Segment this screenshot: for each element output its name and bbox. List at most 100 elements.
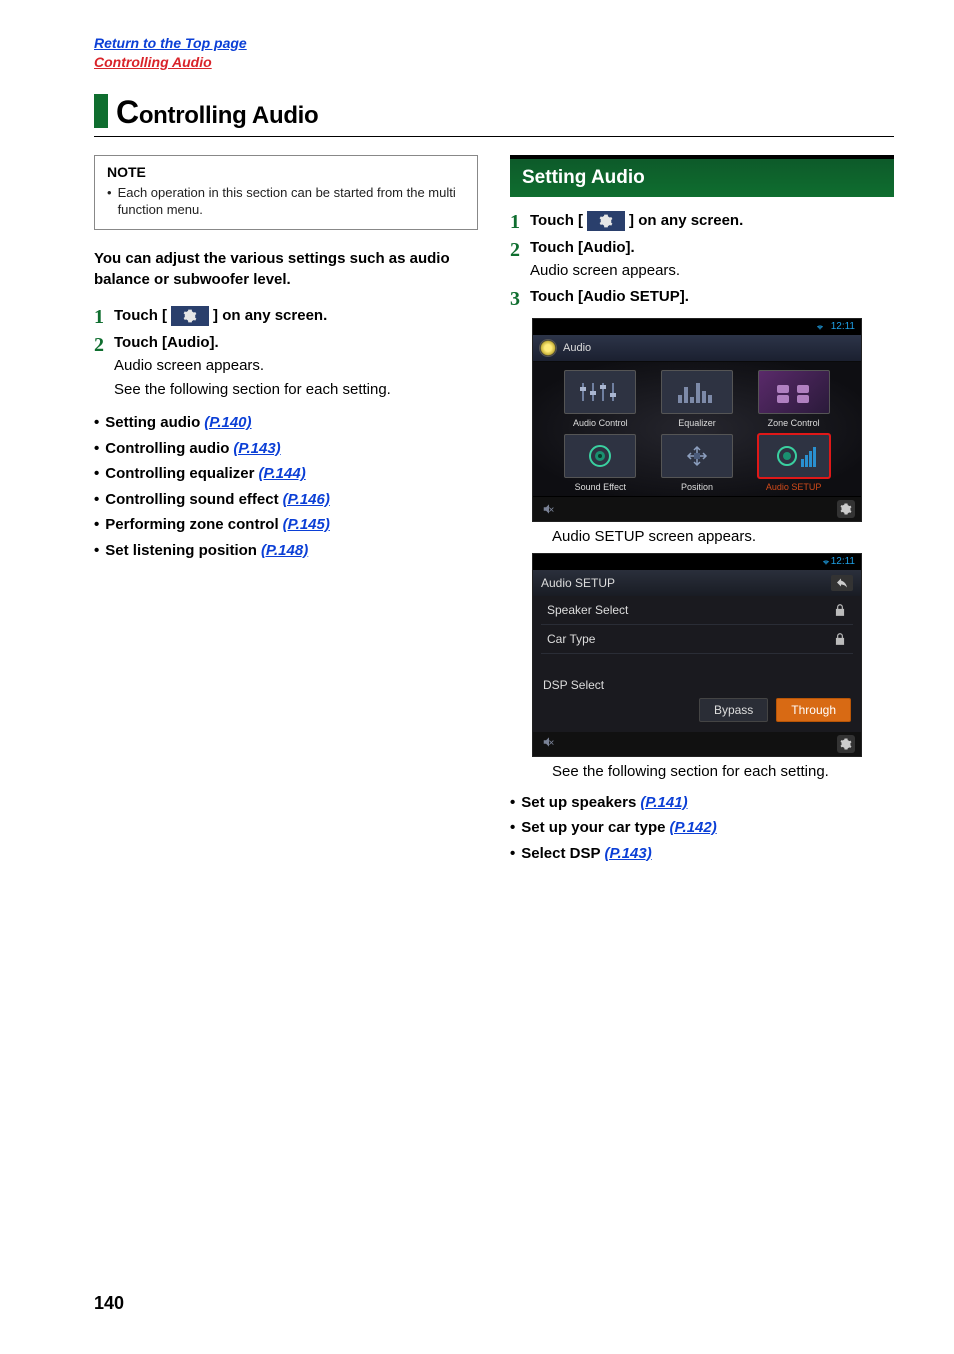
menu-label: Position: [652, 482, 743, 492]
through-button: Through: [776, 698, 851, 722]
screenshot-caption: Audio SETUP screen appears.: [552, 528, 894, 545]
page-ref-link[interactable]: (P.145): [283, 512, 330, 538]
menu-label: Sound Effect: [555, 482, 646, 492]
screen-title: Audio SETUP: [541, 576, 615, 590]
screenshot-caption: See the following section for each setti…: [552, 763, 894, 780]
audio-setup-screen-shot: 12:11 Audio SETUP Speaker Select Car Typ…: [532, 553, 862, 757]
menu-label: Audio Control: [555, 418, 646, 428]
right-column: Setting Audio 1 Touch [ ] on any screen.…: [510, 155, 894, 866]
note-box: NOTE • Each operation in this section ca…: [94, 155, 478, 230]
page-ref-link[interactable]: (P.143): [604, 841, 651, 867]
menu-item-zone-control: Zone Control: [748, 370, 839, 428]
list-item: •Set listening position(P.148): [94, 538, 478, 564]
settings-icon-button: [587, 211, 625, 231]
audio-setup-thumb: [758, 434, 830, 478]
step-instruction: Touch [Audio SETUP].: [530, 288, 894, 305]
heading-accent-bar: [94, 94, 108, 128]
page-ref-link[interactable]: (P.140): [204, 410, 251, 436]
back-button: [831, 575, 853, 591]
menu-label: Audio SETUP: [748, 482, 839, 492]
equalizer-thumb: [661, 370, 733, 414]
seats-icon: [767, 377, 821, 407]
note-item: • Each operation in this section can be …: [107, 184, 465, 219]
row-car-type: Car Type: [541, 625, 853, 654]
wifi-icon: [821, 558, 831, 566]
speaker-icon: [573, 441, 627, 471]
clock-label: 12:11: [831, 321, 855, 332]
section-link[interactable]: Controlling Audio: [94, 54, 212, 70]
return-icon: [835, 577, 849, 589]
settings-list: Speaker Select Car Type: [533, 596, 861, 660]
page-ref-link[interactable]: (P.143): [233, 436, 280, 462]
zone-control-thumb: [758, 370, 830, 414]
row-label: Car Type: [547, 632, 595, 646]
step-2: 2 Touch [Audio]. Audio screen appears. S…: [94, 334, 478, 401]
list-item: •Set up your car type(P.142): [510, 815, 894, 841]
status-bar: 12:11: [533, 554, 861, 570]
volume-off-icon: [539, 502, 559, 516]
page-ref-link[interactable]: (P.141): [640, 790, 687, 816]
settings-button: [837, 500, 855, 518]
step-2: 2 Touch [Audio]. Audio screen appears.: [510, 239, 894, 282]
top-page-link[interactable]: Return to the Top page: [94, 35, 247, 51]
speaker-bars-icon: [767, 441, 821, 471]
step-number: 2: [94, 334, 114, 356]
note-heading: NOTE: [107, 164, 465, 180]
step-number: 1: [510, 211, 530, 233]
gear-icon: [840, 738, 852, 750]
step-number: 2: [510, 239, 530, 261]
list-item: •Setting audio(P.140): [94, 410, 478, 436]
disc-icon: [539, 339, 557, 357]
bottom-bar: [533, 496, 861, 521]
menu-item-sound-effect: Sound Effect: [555, 434, 646, 492]
row-speaker-select: Speaker Select: [541, 596, 853, 625]
position-thumb: [661, 434, 733, 478]
volume-off-icon: [539, 735, 559, 753]
list-item: •Controlling equalizer(P.144): [94, 461, 478, 487]
step-instruction: Touch [Audio].: [530, 239, 894, 256]
step-number: 3: [510, 288, 530, 310]
step-instruction: Touch [Audio].: [114, 334, 478, 351]
lock-icon: [833, 632, 847, 646]
breadcrumb: Return to the Top page Controlling Audio: [94, 34, 894, 72]
reference-list-2: •Set up speakers(P.141) •Set up your car…: [510, 790, 894, 867]
step-sub: Audio screen appears.: [114, 355, 478, 377]
gear-icon: [599, 214, 613, 228]
menu-item-equalizer: Equalizer: [652, 370, 743, 428]
section-heading: Setting Audio: [510, 155, 894, 197]
menu-item-audio-control: Audio Control: [555, 370, 646, 428]
step-3: 3 Touch [Audio SETUP].: [510, 288, 894, 310]
step-sub: Audio screen appears.: [530, 260, 894, 282]
clock-label: 12:11: [831, 556, 855, 567]
fader-bars-icon: [573, 377, 627, 407]
step-1: 1 Touch [ ] on any screen.: [94, 306, 478, 328]
settings-icon-button: [171, 306, 209, 326]
row-label: Speaker Select: [547, 603, 628, 617]
list-item: •Controlling sound effect(P.146): [94, 487, 478, 513]
menu-label: Equalizer: [652, 418, 743, 428]
bypass-button: Bypass: [699, 698, 768, 722]
lock-icon: [833, 603, 847, 617]
chapter-heading: Controlling Audio: [94, 94, 894, 137]
page-ref-link[interactable]: (P.148): [261, 538, 308, 564]
dsp-select-group: DSP Select Bypass Through: [533, 660, 861, 732]
page-ref-link[interactable]: (P.146): [283, 487, 330, 513]
page-ref-link[interactable]: (P.142): [669, 815, 716, 841]
step-instruction: Touch [ ] on any screen.: [114, 306, 478, 326]
step-sub: See the following section for each setti…: [114, 379, 478, 401]
list-item: •Performing zone control(P.145): [94, 512, 478, 538]
page-number: 140: [94, 1293, 124, 1314]
page-ref-link[interactable]: (P.144): [258, 461, 305, 487]
menu-item-audio-setup: Audio SETUP: [748, 434, 839, 492]
list-item: •Set up speakers(P.141): [510, 790, 894, 816]
sound-effect-thumb: [564, 434, 636, 478]
settings-button: [837, 735, 855, 753]
audio-control-thumb: [564, 370, 636, 414]
gear-icon: [183, 309, 197, 323]
bottom-bar: [533, 732, 861, 756]
intro-text: You can adjust the various settings such…: [94, 248, 478, 290]
dsp-label: DSP Select: [543, 678, 851, 692]
reference-list: •Setting audio(P.140) •Controlling audio…: [94, 410, 478, 563]
list-item: •Controlling audio(P.143): [94, 436, 478, 462]
list-item: •Select DSP(P.143): [510, 841, 894, 867]
